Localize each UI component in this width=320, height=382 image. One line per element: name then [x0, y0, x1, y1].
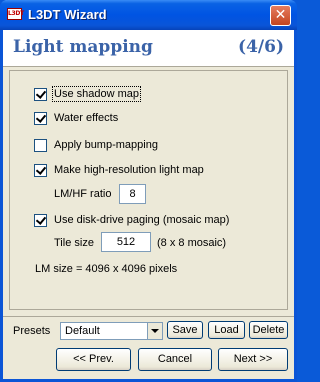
- hires-light-map-option[interactable]: Make high-resolution light map: [34, 163, 204, 177]
- bump-mapping-option[interactable]: Apply bump-mapping: [34, 138, 158, 152]
- presets-selected-value: Default: [65, 325, 100, 337]
- hires-light-map-label[interactable]: Make high-resolution light map: [54, 164, 204, 176]
- save-preset-button[interactable]: Save: [167, 321, 203, 339]
- tile-size-label: Tile size: [54, 237, 94, 249]
- presets-label: Presets: [13, 325, 51, 337]
- shadow-map-label[interactable]: Use shadow map: [52, 86, 141, 102]
- water-effects-label[interactable]: Water effects: [54, 112, 118, 124]
- lm-size-readout: LM size = 4096 x 4096 pixels: [35, 263, 178, 275]
- window-title: L3DT Wizard: [28, 7, 107, 22]
- disk-paging-checkbox[interactable]: [34, 213, 47, 227]
- water-effects-option[interactable]: Water effects: [34, 111, 118, 125]
- app-logo-icon: L3DT: [7, 8, 24, 20]
- bump-mapping-label[interactable]: Apply bump-mapping: [54, 139, 158, 151]
- prev-button[interactable]: << Prev.: [56, 348, 131, 371]
- load-preset-button[interactable]: Load: [208, 321, 245, 339]
- disk-paging-option[interactable]: Use disk-drive paging (mosaic map): [34, 213, 229, 227]
- title-bar[interactable]: L3DT L3DT Wizard ✕: [0, 0, 297, 30]
- tile-size-input[interactable]: 512: [101, 232, 151, 252]
- footer-divider: [3, 316, 294, 317]
- disk-paging-label[interactable]: Use disk-drive paging (mosaic map): [54, 214, 229, 226]
- chevron-down-icon[interactable]: [147, 323, 162, 339]
- shadow-map-option[interactable]: Use shadow map: [34, 86, 141, 102]
- water-effects-checkbox[interactable]: [34, 111, 47, 125]
- delete-preset-button[interactable]: Delete: [249, 321, 288, 339]
- hires-light-map-checkbox[interactable]: [34, 163, 47, 177]
- next-button[interactable]: Next >>: [218, 348, 288, 371]
- page-title: Light mapping: [13, 37, 153, 57]
- close-button[interactable]: ✕: [270, 5, 291, 26]
- lm-hf-ratio-input[interactable]: 8: [119, 184, 146, 204]
- cancel-button[interactable]: Cancel: [138, 348, 212, 371]
- lm-hf-ratio-label: LM/HF ratio: [54, 188, 112, 200]
- bump-mapping-checkbox[interactable]: [34, 138, 47, 152]
- wizard-window: L3DT L3DT Wizard ✕ Light mapping (4/6) U…: [0, 0, 297, 382]
- step-indicator: (4/6): [238, 37, 284, 57]
- mosaic-note: (8 x 8 mosaic): [157, 237, 227, 249]
- presets-dropdown[interactable]: Default: [60, 322, 163, 340]
- shadow-map-checkbox[interactable]: [34, 87, 47, 101]
- wizard-header: Light mapping (4/6): [3, 30, 294, 67]
- close-icon: ✕: [274, 7, 287, 23]
